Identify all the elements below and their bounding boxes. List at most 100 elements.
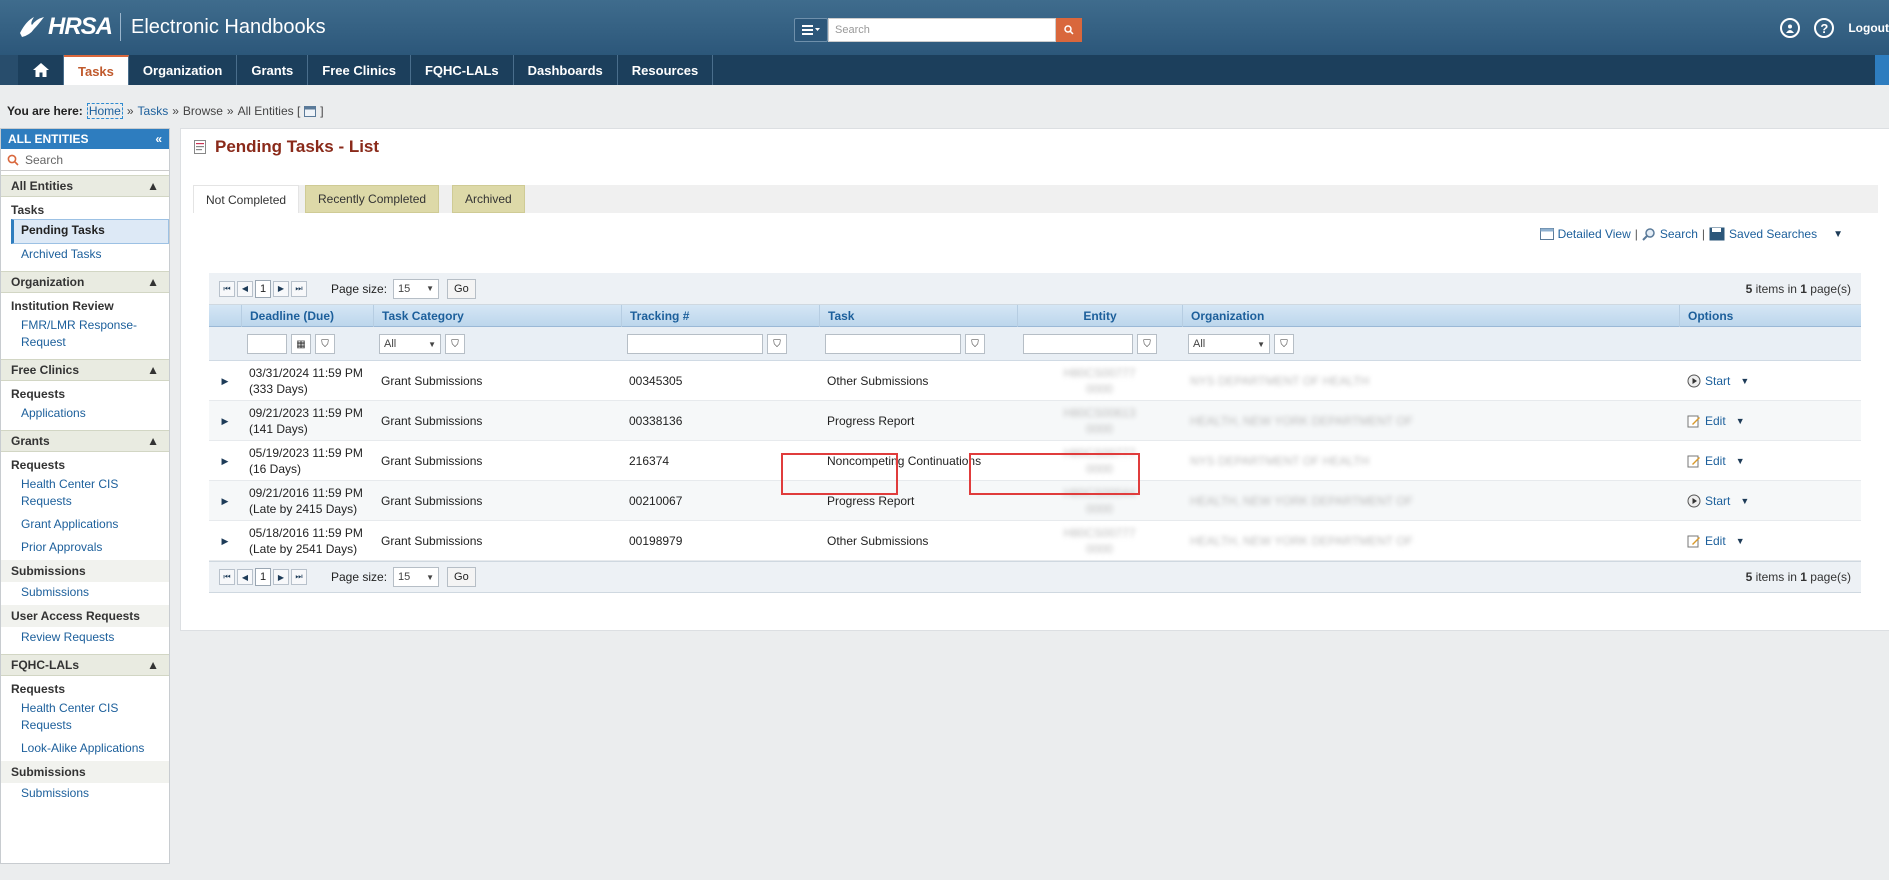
nav-tasks[interactable]: Tasks (64, 55, 129, 85)
filter-icon[interactable]: ⛉ (1274, 334, 1294, 354)
last-page-icon[interactable]: ⏭ (291, 280, 307, 297)
tracking-filter-input[interactable] (627, 334, 763, 354)
collapse-icon[interactable]: ▲ (147, 275, 159, 289)
sidebar-search-input[interactable]: Search (1, 149, 169, 171)
nav-home[interactable] (18, 55, 64, 85)
category-filter-select[interactable]: All ▼ (379, 334, 441, 354)
first-page-icon[interactable]: ⏮ (219, 280, 235, 297)
sidebar-section-fqhc-lals[interactable]: FQHC-LALs ▲ (1, 654, 169, 676)
table-row[interactable]: ▶ 09/21/2023 11:59 PM (141 Days) Grant Subm… (209, 401, 1861, 441)
start-link[interactable]: Start (1687, 493, 1730, 509)
calendar-icon[interactable]: ▦ (291, 334, 311, 354)
page-size-select[interactable]: 15 ▼ (393, 278, 440, 299)
last-page-icon[interactable]: ⏭ (291, 569, 307, 585)
page-number[interactable]: 1 (255, 279, 271, 298)
start-link[interactable]: Start (1687, 373, 1730, 389)
user-profile-icon[interactable] (1780, 18, 1801, 38)
nav-organization[interactable]: Organization (129, 55, 238, 85)
nav-fqhc-lals[interactable]: FQHC-LALs (411, 55, 514, 85)
table-row[interactable]: ▶ 03/31/2024 11:59 PM (333 Days) Grant Subm… (209, 361, 1861, 401)
table-row[interactable]: ▶ 05/18/2016 11:59 PM (Late by 2541 Days) G… (209, 521, 1861, 561)
sidebar-item-pending-tasks[interactable]: Pending Tasks (11, 219, 169, 244)
go-button[interactable]: Go (447, 567, 476, 587)
sidebar-section-organization[interactable]: Organization ▲ (1, 271, 169, 293)
filter-icon[interactable]: ⛉ (445, 334, 465, 354)
options-dropdown-icon[interactable]: ▼ (1736, 413, 1745, 429)
search-link[interactable]: Search (1660, 227, 1698, 241)
column-organization[interactable]: Organization (1182, 305, 1679, 327)
expand-row-icon[interactable]: ▶ (209, 481, 241, 521)
logout-link[interactable]: Logout (1848, 21, 1889, 35)
tab-not-completed[interactable]: Not Completed (193, 185, 300, 213)
help-icon[interactable]: ? (1814, 18, 1835, 38)
sidebar-item-submissions[interactable]: Submissions (1, 783, 169, 806)
page-size-select[interactable]: 15 ▼ (393, 567, 440, 587)
task-filter-input[interactable] (825, 334, 961, 354)
next-page-icon[interactable]: ▶ (273, 280, 289, 297)
prev-page-icon[interactable]: ◀ (237, 280, 253, 297)
expand-row-icon[interactable]: ▶ (209, 441, 241, 481)
expand-row-icon[interactable]: ▶ (209, 361, 241, 401)
tab-archived[interactable]: Archived (452, 185, 525, 213)
first-page-icon[interactable]: ⏮ (219, 569, 235, 585)
breadcrumb-home[interactable]: Home (86, 103, 123, 119)
nav-resources[interactable]: Resources (618, 55, 714, 85)
column-entity[interactable]: Entity (1017, 305, 1182, 327)
filter-icon[interactable]: ⛉ (315, 334, 335, 354)
entity-filter-input[interactable] (1023, 334, 1133, 354)
collapse-icon[interactable]: ▲ (147, 658, 159, 672)
options-dropdown-icon[interactable]: ▼ (1736, 533, 1745, 549)
edit-link[interactable]: Edit (1687, 453, 1726, 469)
search-button[interactable] (1056, 18, 1082, 42)
column-task-category[interactable]: Task Category (373, 305, 621, 327)
expand-row-icon[interactable]: ▶ (209, 401, 241, 441)
sidebar-item-health-center-cis[interactable]: Health Center CIS Requests (1, 474, 121, 514)
collapse-icon[interactable]: ▲ (147, 179, 159, 193)
next-page-icon[interactable]: ▶ (273, 569, 289, 585)
filter-icon[interactable]: ⛉ (965, 334, 985, 354)
sidebar-section-grants[interactable]: Grants ▲ (1, 430, 169, 452)
go-button[interactable]: Go (447, 278, 476, 299)
nav-grants[interactable]: Grants (237, 55, 309, 85)
sidebar-section-all-entities[interactable]: All Entities ▲ (1, 175, 169, 197)
expand-row-icon[interactable]: ▶ (209, 521, 241, 561)
collapse-icon[interactable]: ▲ (147, 434, 159, 448)
sidebar-item-archived-tasks[interactable]: Archived Tasks (1, 244, 169, 267)
options-dropdown-icon[interactable]: ▼ (1740, 373, 1749, 389)
nav-collapse-toggle[interactable] (1875, 55, 1889, 85)
page-number[interactable]: 1 (255, 568, 271, 586)
sidebar-section-free-clinics[interactable]: Free Clinics ▲ (1, 359, 169, 381)
sidebar-item-prior-approvals[interactable]: Prior Approvals (1, 537, 169, 560)
filter-icon[interactable]: ⛉ (1137, 334, 1157, 354)
sidebar-item-grant-applications[interactable]: Grant Applications (1, 514, 169, 537)
tab-recently-completed[interactable]: Recently Completed (305, 185, 440, 213)
edit-link[interactable]: Edit (1687, 533, 1726, 549)
collapse-icon[interactable]: ▲ (147, 363, 159, 377)
options-dropdown-icon[interactable]: ▼ (1736, 453, 1745, 469)
breadcrumb-tasks[interactable]: Tasks (138, 104, 169, 118)
filter-icon[interactable]: ⛉ (767, 334, 787, 354)
detailed-view-link[interactable]: Detailed View (1558, 227, 1631, 241)
edit-link[interactable]: Edit (1687, 413, 1726, 429)
saved-searches-link[interactable]: Saved Searches (1729, 227, 1817, 241)
column-deadline[interactable]: Deadline (Due) (241, 305, 373, 327)
menu-dropdown-button[interactable] (794, 18, 828, 42)
column-task[interactable]: Task (819, 305, 1017, 327)
hrsa-logo[interactable]: HRSA Electronic Handbooks (18, 10, 326, 44)
prev-page-icon[interactable]: ◀ (237, 569, 253, 585)
sidebar-item-health-center-cis[interactable]: Health Center CIS Requests (1, 698, 121, 738)
saved-searches-dropdown-icon[interactable]: ▼ (1833, 229, 1843, 240)
sidebar-item-look-alike[interactable]: Look-Alike Applications (1, 738, 169, 761)
options-dropdown-icon[interactable]: ▼ (1740, 493, 1749, 509)
sidebar-item-fmr-lmr[interactable]: FMR/LMR Response-Request (1, 315, 141, 355)
organization-filter-select[interactable]: All ▼ (1188, 334, 1270, 354)
nav-free-clinics[interactable]: Free Clinics (308, 55, 411, 85)
entity-switch-icon[interactable] (304, 105, 317, 117)
global-search-input[interactable]: Search (828, 18, 1056, 42)
sidebar-item-applications[interactable]: Applications (1, 403, 169, 426)
nav-dashboards[interactable]: Dashboards (514, 55, 618, 85)
column-tracking[interactable]: Tracking # (621, 305, 819, 327)
deadline-filter-input[interactable] (247, 334, 287, 354)
sidebar-item-submissions[interactable]: Submissions (1, 582, 169, 605)
collapse-sidebar-icon[interactable]: « (155, 132, 162, 146)
